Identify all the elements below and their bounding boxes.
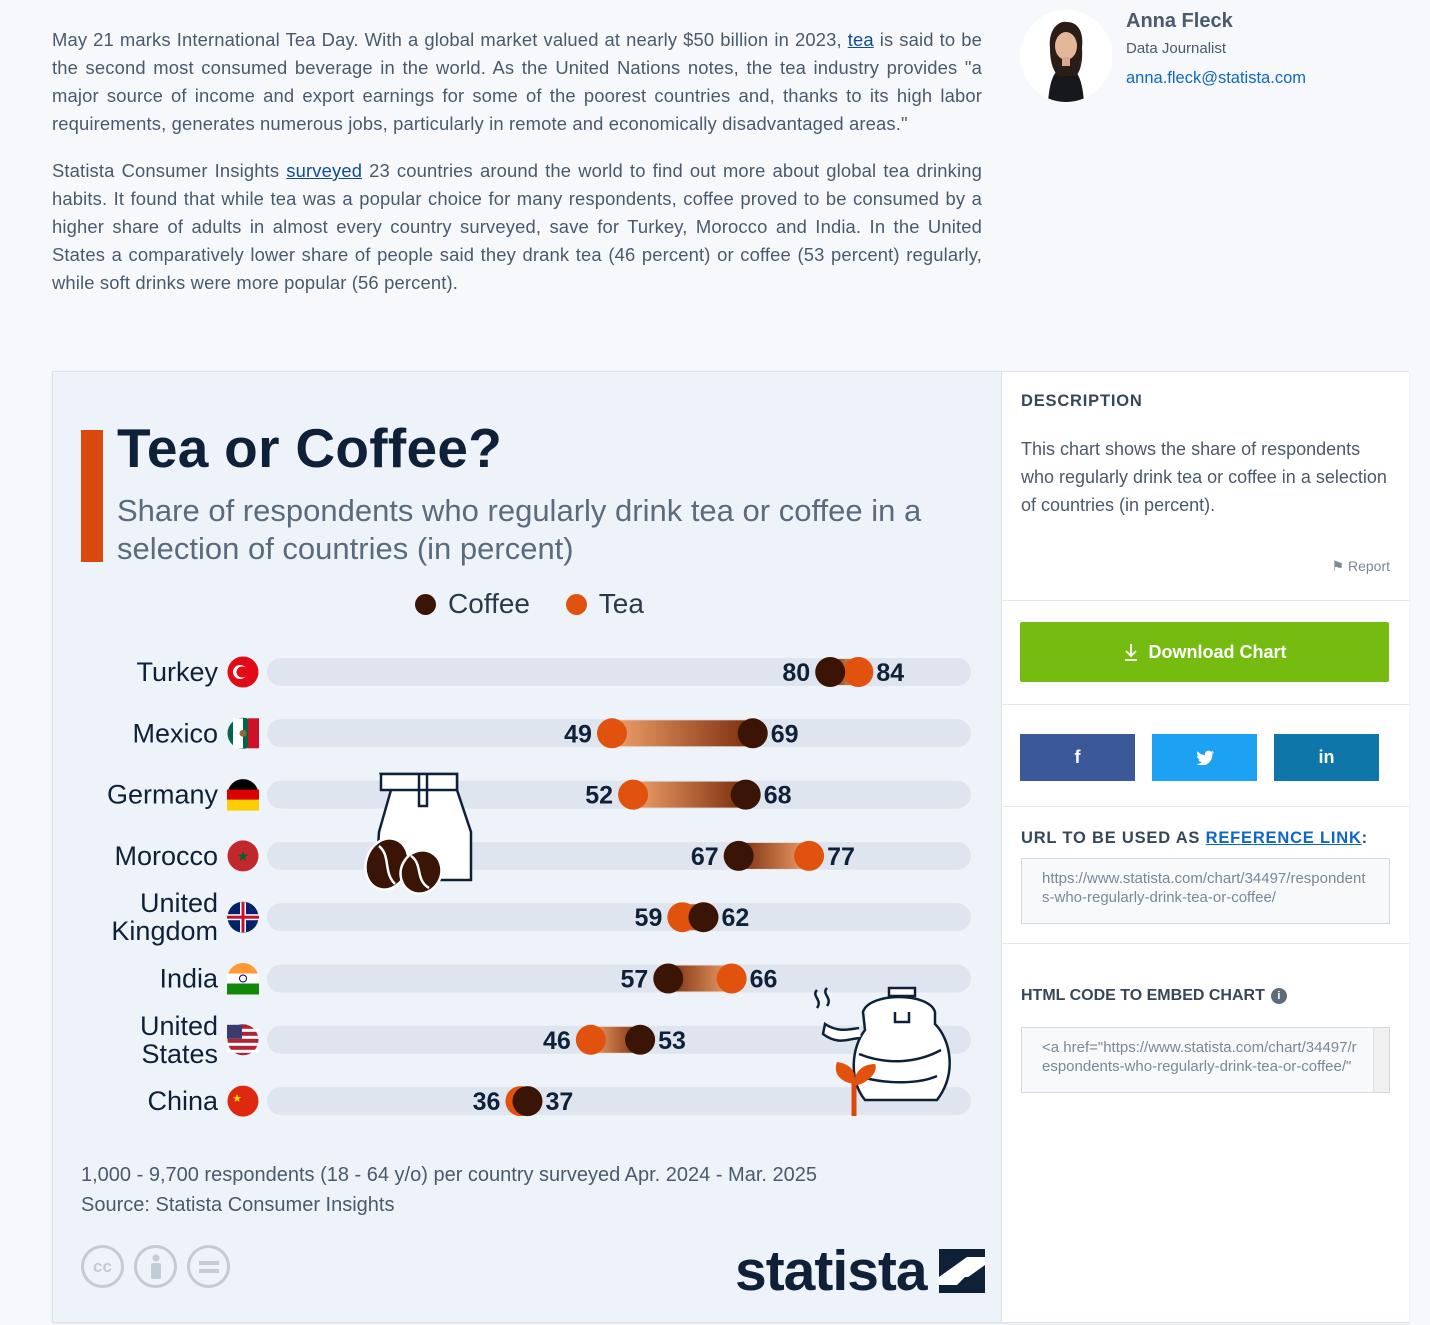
connector-germany: [633, 781, 746, 808]
flag-morocco: ★: [227, 840, 259, 872]
tea-link[interactable]: tea: [848, 29, 874, 50]
flag-united-kingdom: [227, 901, 259, 933]
article-paragraph-1: May 21 marks International Tea Day. With…: [52, 29, 982, 134]
info-icon[interactable]: i: [1270, 988, 1287, 1005]
coffee-value-label-united-states: 53: [658, 1027, 686, 1055]
tea-point-mexico: [596, 718, 627, 749]
coffee-point-germany: [730, 779, 761, 810]
linkedin-icon: in: [1318, 747, 1335, 767]
description-text: This chart shows the share of respondent…: [1021, 439, 1387, 515]
by-icon[interactable]: [134, 1245, 177, 1288]
footnote-source: Source: Statista Consumer Insights: [81, 1194, 395, 1216]
description-section: DESCRIPTION This chart shows the share o…: [1002, 372, 1409, 601]
tea-point-turkey: [843, 657, 874, 687]
chart-card: Tea or Coffee? Share of respondents who …: [52, 371, 1409, 1323]
tea-value-label-china: 36: [473, 1088, 501, 1116]
share-section: f in: [1002, 705, 1409, 807]
facebook-icon: f: [1074, 747, 1081, 767]
twitter-share-button[interactable]: [1152, 734, 1257, 781]
chart-sidebar: DESCRIPTION This chart shows the share o…: [1001, 372, 1409, 1322]
reference-url-textarea[interactable]: https://www.statista.com/chart/34497/res…: [1021, 858, 1390, 924]
tea-point-united-states: [575, 1024, 606, 1055]
embed-section: HTML CODE TO EMBED CHART i <a href="https…: [1002, 944, 1409, 1093]
tea-value-label-india: 66: [750, 966, 778, 994]
author-card: Anna Fleck Data Journalist anna.fleck@st…: [1020, 4, 1420, 104]
track-india: [267, 964, 971, 993]
report-link[interactable]: ⚑ Report: [1332, 558, 1390, 575]
reference-heading: URL TO BE USED AS REFERENCE LINK:: [1021, 829, 1368, 847]
country-label-united-kingdom: United Kingdom: [111, 888, 218, 946]
country-label-morocco: Morocco: [114, 841, 218, 871]
tea-value-label-mexico: 49: [564, 720, 592, 748]
flag-turkey: [227, 656, 259, 688]
coffee-point-turkey: [815, 657, 846, 687]
reference-link-section: URL TO BE USED AS REFERENCE LINK: https:…: [1002, 807, 1409, 944]
tea-point-morocco: [794, 840, 825, 871]
chart-footnote: 1,000 - 9,700 respondents (18 - 64 y/o) …: [81, 1160, 817, 1220]
country-label-united-states: United States: [140, 1011, 218, 1069]
article-paragraph-2: Statista Consumer Insights surveyed 23 c…: [52, 160, 982, 293]
cc-icon[interactable]: cc: [81, 1245, 124, 1288]
country-label-india: India: [159, 964, 219, 994]
coffee-value-label-mexico: 69: [771, 720, 799, 748]
flag-united-states: [227, 1024, 259, 1056]
download-section: Download Chart: [1002, 601, 1409, 705]
country-label-mexico: Mexico: [132, 718, 218, 748]
article-body: May 21 marks International Tea Day. With…: [52, 26, 982, 316]
surveyed-link[interactable]: surveyed: [286, 160, 362, 181]
author-email-link[interactable]: anna.fleck@statista.com: [1126, 69, 1306, 88]
flag-icon: ⚑: [1331, 558, 1345, 574]
track-united-kingdom: [267, 903, 971, 932]
coffee-value-label-turkey: 80: [782, 659, 810, 687]
author-role: Data Journalist: [1126, 40, 1227, 57]
country-label-turkey: Turkey: [136, 657, 218, 687]
footnote-respondents: 1,000 - 9,700 respondents (18 - 64 y/o) …: [81, 1164, 817, 1186]
coffee-value-label-india: 57: [620, 966, 648, 994]
linkedin-share-button[interactable]: in: [1274, 734, 1379, 781]
embed-heading: HTML CODE TO EMBED CHART i: [1021, 987, 1390, 1005]
coffee-value-label-china: 37: [545, 1088, 573, 1116]
tea-value-label-turkey: 84: [876, 659, 904, 687]
description-heading: DESCRIPTION: [1021, 392, 1143, 410]
flag-india: [227, 963, 259, 995]
coffee-value-label-united-kingdom: 62: [721, 904, 749, 932]
coffee-point-united-kingdom: [688, 902, 719, 933]
coffee-point-india: [653, 963, 684, 994]
statista-logo[interactable]: statista: [735, 1238, 987, 1304]
coffee-value-label-germany: 68: [764, 782, 792, 810]
tea-value-label-united-states: 46: [543, 1027, 571, 1055]
author-name[interactable]: Anna Fleck: [1126, 10, 1233, 33]
tea-point-india: [716, 963, 747, 994]
license-icons[interactable]: cc: [81, 1245, 230, 1288]
flag-china: ★: [227, 1085, 259, 1117]
svg-text:★: ★: [237, 848, 250, 864]
statista-logo-icon: [938, 1249, 985, 1293]
tea-value-label-united-kingdom: 59: [635, 904, 663, 932]
nd-icon[interactable]: [187, 1245, 230, 1288]
facebook-share-button[interactable]: f: [1020, 734, 1135, 781]
tea-value-label-germany: 52: [585, 782, 613, 810]
flag-germany: [227, 779, 259, 811]
embed-code-textarea[interactable]: <a href="https://www.statista.com/chart/…: [1021, 1026, 1390, 1093]
coffee-point-united-states: [625, 1024, 656, 1055]
country-label-germany: Germany: [107, 780, 219, 810]
coffee-point-mexico: [737, 718, 768, 749]
author-photo[interactable]: [1020, 10, 1112, 102]
coffee-value-label-morocco: 67: [691, 843, 719, 871]
country-label-china: China: [147, 1086, 219, 1116]
twitter-icon: [1195, 750, 1214, 765]
connector-mexico: [611, 720, 753, 747]
svg-text:★: ★: [232, 1093, 242, 1105]
coffee-point-morocco: [723, 840, 754, 871]
coffee-point-china: [512, 1086, 543, 1117]
embed-scrollbar[interactable]: [1373, 1027, 1389, 1092]
download-icon: [1124, 644, 1137, 661]
download-chart-button[interactable]: Download Chart: [1020, 622, 1389, 682]
tea-value-label-morocco: 77: [827, 843, 855, 871]
tea-point-germany: [618, 779, 649, 810]
flag-mexico: [227, 717, 259, 749]
reference-link[interactable]: REFERENCE LINK: [1206, 829, 1362, 847]
chart-area: Tea or Coffee? Share of respondents who …: [53, 372, 1001, 1322]
